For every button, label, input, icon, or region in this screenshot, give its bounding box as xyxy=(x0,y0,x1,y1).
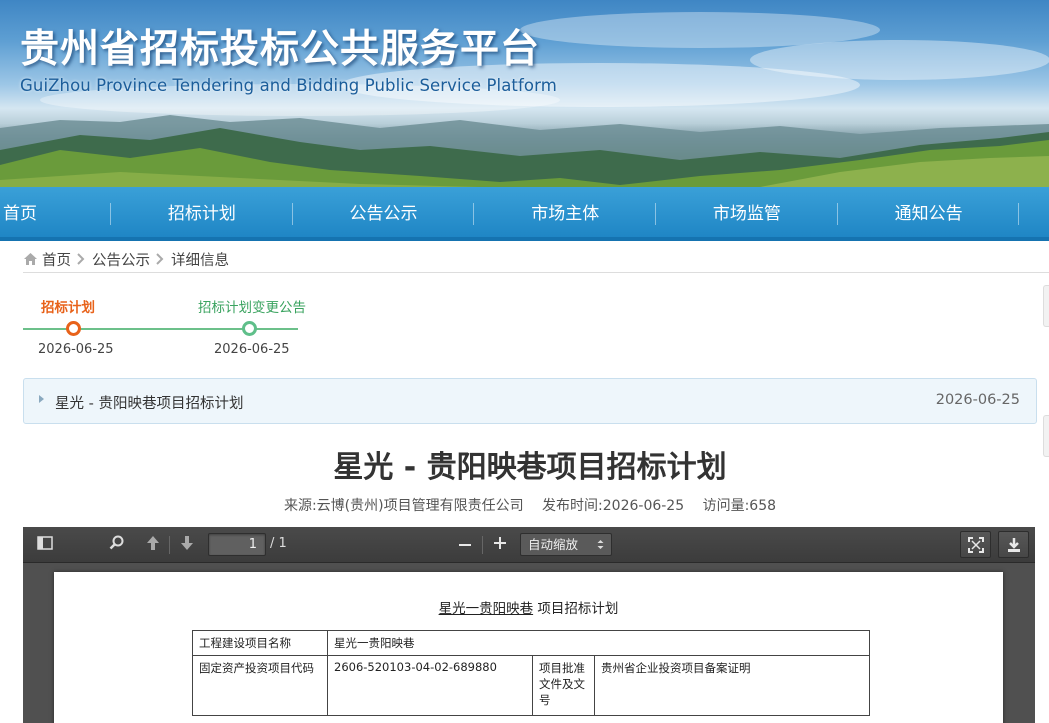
chevron-updown-icon xyxy=(597,534,604,563)
arrow-up-icon[interactable] xyxy=(143,535,163,555)
zoom-in-icon[interactable] xyxy=(490,535,510,555)
timeline-dot[interactable] xyxy=(242,321,257,336)
table-cell-label: 工程建设项目名称 xyxy=(192,630,328,656)
breadcrumb-divider xyxy=(23,272,1049,273)
toolbar-divider xyxy=(482,536,483,554)
table-cell-value: 2606-520103-04-02-689880 xyxy=(327,655,533,716)
document-title-suffix: 项目招标计划 xyxy=(533,601,619,617)
zoom-out-icon[interactable] xyxy=(455,535,475,555)
caret-right-icon xyxy=(39,395,44,403)
nav-item-home[interactable]: 首页 xyxy=(0,187,111,237)
side-tab[interactable] xyxy=(1043,285,1049,327)
breadcrumb-announcements[interactable]: 公告公示 xyxy=(92,249,150,270)
breadcrumb-current: 详细信息 xyxy=(171,252,229,269)
table-row: 固定资产投资项目代码 2606-520103-04-02-689880 项目批准… xyxy=(192,655,870,716)
site-subtitle: GuiZhou Province Tendering and Bidding P… xyxy=(20,76,557,95)
timeline-step-change-notice[interactable]: 招标计划变更公告 xyxy=(198,296,306,316)
arrow-down-icon[interactable] xyxy=(177,535,197,555)
project-row[interactable]: 星光 - 贵阳映巷项目招标计划 2026-06-25 xyxy=(23,378,1037,424)
nav-item-market-supervision[interactable]: 市场监管 xyxy=(656,187,838,237)
article-visits: 访问量:658 xyxy=(702,498,777,514)
search-icon[interactable] xyxy=(107,535,127,555)
header-banner: 贵州省招标投标公共服务平台 GuiZhou Province Tendering… xyxy=(0,0,1049,187)
timeline-step-tender-plan[interactable]: 招标计划 xyxy=(41,296,95,316)
nav-item-notices[interactable]: 通知公告 xyxy=(838,187,1020,237)
main-nav: 首页 招标计划 公告公示 市场主体 市场监管 通知公告 xyxy=(0,187,1049,241)
document-title: 星光一贵阳映巷 项目招标计划 xyxy=(54,597,1003,617)
article-publish-time: 发布时间:2026-06-25 xyxy=(542,498,685,514)
page-number-input[interactable]: 1 xyxy=(208,533,266,556)
timeline-date: 2026-06-25 xyxy=(38,342,114,357)
project-name[interactable]: 星光 - 贵阳映巷项目招标计划 xyxy=(55,392,243,413)
sidebar-toggle-icon[interactable] xyxy=(35,535,55,555)
pdf-page: 星光一贵阳映巷 项目招标计划 工程建设项目名称 星光一贵阳映巷 固定资产投资项目… xyxy=(54,572,1003,723)
breadcrumb-home[interactable]: 首页 xyxy=(42,249,71,270)
site-title: 贵州省招标投标公共服务平台 xyxy=(20,27,541,72)
timeline-dot-active[interactable] xyxy=(66,321,81,336)
zoom-value: 自动缩放 xyxy=(528,537,579,552)
nav-item-announcements[interactable]: 公告公示 xyxy=(293,187,475,237)
fullscreen-icon[interactable] xyxy=(960,531,991,558)
project-date: 2026-06-25 xyxy=(935,392,1020,408)
article-source: 来源:云博(贵州)项目管理有限责任公司 xyxy=(283,498,524,514)
document-title-project: 星光一贵阳映巷 xyxy=(438,601,534,617)
article-meta: 来源:云博(贵州)项目管理有限责任公司 发布时间:2026-06-25 访问量:… xyxy=(0,495,1049,515)
zoom-select[interactable]: 自动缩放 xyxy=(520,533,612,556)
chevron-right-icon xyxy=(77,253,85,265)
table-row: 工程建设项目名称 星光一贵阳映巷 xyxy=(192,630,870,656)
nav-item-market-entities[interactable]: 市场主体 xyxy=(474,187,656,237)
download-icon[interactable] xyxy=(998,531,1029,558)
document-table: 工程建设项目名称 星光一贵阳映巷 固定资产投资项目代码 2606-520103-… xyxy=(192,630,870,716)
home-icon xyxy=(24,253,37,265)
table-cell-label: 项目批准文件及文号 xyxy=(532,655,595,716)
pdf-toolbar: 1 / 1 自动缩放 xyxy=(23,527,1035,563)
table-cell-label: 固定资产投资项目代码 xyxy=(192,655,328,716)
nav-item-tender-plan[interactable]: 招标计划 xyxy=(111,187,293,237)
timeline-date: 2026-06-25 xyxy=(214,342,290,357)
page-total: / 1 xyxy=(270,536,287,551)
pdf-viewer: 1 / 1 自动缩放 星光一贵阳映巷 项目招标计划 工程建设项目名称 星光一贵阳… xyxy=(23,527,1035,723)
toolbar-divider xyxy=(169,536,170,554)
table-cell-value: 贵州省企业投资项目备案证明 xyxy=(594,655,870,716)
page-title: 星光 - 贵阳映巷项目招标计划 xyxy=(333,450,727,485)
table-cell-value: 星光一贵阳映巷 xyxy=(327,630,870,656)
breadcrumb: 首页 公告公示 详细信息 xyxy=(23,245,1049,273)
chevron-right-icon xyxy=(156,253,164,265)
